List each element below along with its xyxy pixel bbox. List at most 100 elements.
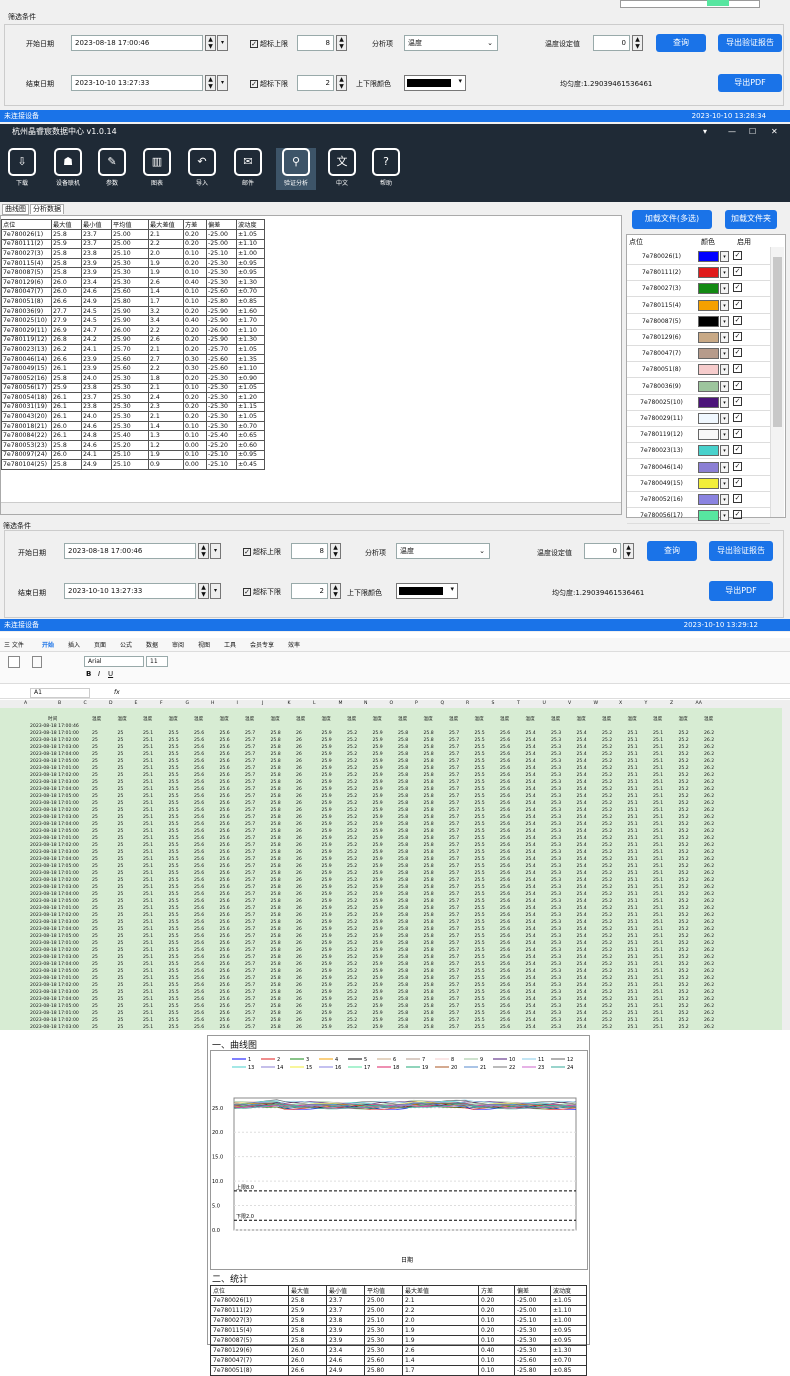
value-cell[interactable]: 25.9: [373, 968, 383, 975]
value-cell[interactable]: 25.2: [679, 856, 689, 863]
time-cell[interactable]: 2023-08-18 17:05:00: [30, 828, 79, 835]
value-cell[interactable]: 25.9: [373, 758, 383, 765]
value-cell[interactable]: 25.6: [500, 975, 510, 982]
value-cell[interactable]: 25: [92, 1017, 98, 1024]
value-cell[interactable]: 25.8: [271, 891, 281, 898]
value-cell[interactable]: 25.9: [373, 1017, 383, 1024]
value-cell[interactable]: 25.4: [577, 730, 587, 737]
value-cell[interactable]: 25.5: [169, 912, 179, 919]
value-cell[interactable]: 26.2: [704, 961, 714, 968]
value-cell[interactable]: 25.7: [449, 1024, 459, 1031]
value-cell[interactable]: 25.5: [169, 814, 179, 821]
value-cell[interactable]: 25.9: [373, 891, 383, 898]
value-cell[interactable]: 25: [92, 933, 98, 940]
value-cell[interactable]: 25.1: [628, 954, 638, 961]
value-cell[interactable]: 25.2: [602, 912, 612, 919]
value-cell[interactable]: 25.2: [679, 870, 689, 877]
value-cell[interactable]: 26.2: [704, 884, 714, 891]
value-cell[interactable]: 25.7: [449, 814, 459, 821]
value-cell[interactable]: 25.8: [398, 940, 408, 947]
column-letter[interactable]: N: [364, 700, 367, 707]
value-cell[interactable]: 26.2: [704, 968, 714, 975]
value-cell[interactable]: 25: [92, 856, 98, 863]
value-cell[interactable]: 25.8: [424, 849, 434, 856]
value-cell[interactable]: 25.6: [500, 744, 510, 751]
value-cell[interactable]: 25: [92, 996, 98, 1003]
value-cell[interactable]: 25.8: [424, 975, 434, 982]
value-cell[interactable]: 25.6: [194, 898, 204, 905]
value-cell[interactable]: 25.8: [424, 933, 434, 940]
value-cell[interactable]: 25.9: [373, 996, 383, 1003]
value-cell[interactable]: 25.4: [526, 807, 536, 814]
value-cell[interactable]: 25.8: [271, 1010, 281, 1017]
value-cell[interactable]: 25.3: [551, 828, 561, 835]
cell-reference[interactable]: A1: [30, 688, 90, 698]
value-cell[interactable]: 25.1: [628, 758, 638, 765]
value-cell[interactable]: 25: [92, 821, 98, 828]
table-row[interactable]: 7e780036(9) 27.7 24.5 25.90 3.2 0.20 -25.90 ±1.…: [1, 305, 265, 317]
chevron-down-icon[interactable]: ▾: [720, 348, 729, 360]
value-cell[interactable]: 25.3: [551, 800, 561, 807]
value-cell[interactable]: 25.3: [551, 968, 561, 975]
value-cell[interactable]: 25.5: [169, 933, 179, 940]
value-cell[interactable]: 25.1: [653, 891, 663, 898]
value-cell[interactable]: 25.4: [577, 891, 587, 898]
close-icon[interactable]: ✕: [771, 124, 778, 140]
chevron-down-icon[interactable]: ▾: [720, 445, 729, 457]
value-cell[interactable]: 25.2: [602, 919, 612, 926]
value-cell[interactable]: 25.1: [143, 772, 153, 779]
value-cell[interactable]: 26: [296, 835, 302, 842]
value-cell[interactable]: 25.6: [194, 1017, 204, 1024]
value-cell[interactable]: 25.2: [679, 737, 689, 744]
value-cell[interactable]: 25.5: [475, 821, 485, 828]
value-cell[interactable]: 25.5: [475, 863, 485, 870]
value-cell[interactable]: 25.7: [449, 758, 459, 765]
value-cell[interactable]: 25.1: [143, 737, 153, 744]
value-cell[interactable]: 25.7: [245, 919, 255, 926]
value-cell[interactable]: 25.9: [322, 982, 332, 989]
time-cell[interactable]: 2023-08-18 17:01:00: [30, 940, 79, 947]
time-cell[interactable]: 2023-08-18 17:03:00: [30, 989, 79, 996]
value-cell[interactable]: 26.2: [704, 807, 714, 814]
value-cell[interactable]: 25.6: [220, 800, 230, 807]
value-cell[interactable]: 25.6: [500, 800, 510, 807]
value-cell[interactable]: 25.4: [526, 758, 536, 765]
value-cell[interactable]: 25.8: [424, 940, 434, 947]
value-cell[interactable]: 25.5: [475, 912, 485, 919]
value-cell[interactable]: 25.3: [551, 905, 561, 912]
value-cell[interactable]: 25.1: [653, 996, 663, 1003]
value-cell[interactable]: 25.1: [628, 884, 638, 891]
value-cell[interactable]: 25.9: [322, 751, 332, 758]
value-cell[interactable]: 25.4: [577, 947, 587, 954]
value-cell[interactable]: 25: [92, 870, 98, 877]
value-cell[interactable]: 25.9: [373, 947, 383, 954]
value-cell[interactable]: 25.8: [398, 779, 408, 786]
top-lower-spinner[interactable]: ▲ ▼: [336, 75, 347, 91]
value-cell[interactable]: 25.2: [602, 828, 612, 835]
table-row[interactable]: 7e780053(23) 25.8 24.6 25.20 1.2 0.00 -25.20 ±0…: [1, 440, 265, 451]
value-cell[interactable]: 26: [296, 898, 302, 905]
value-cell[interactable]: 26.2: [704, 828, 714, 835]
value-cell[interactable]: 25.6: [194, 828, 204, 835]
value-cell[interactable]: 26.2: [704, 779, 714, 786]
column-letter[interactable]: A: [24, 700, 27, 707]
value-cell[interactable]: 25.2: [602, 996, 612, 1003]
value-cell[interactable]: 25.4: [577, 898, 587, 905]
value-cell[interactable]: 25.6: [194, 779, 204, 786]
value-cell[interactable]: 25.1: [628, 744, 638, 751]
value-cell[interactable]: 25.9: [373, 1010, 383, 1017]
value-cell[interactable]: 25.1: [653, 982, 663, 989]
value-cell[interactable]: 25: [92, 961, 98, 968]
value-cell[interactable]: 25.9: [322, 884, 332, 891]
value-cell[interactable]: 25.2: [347, 765, 357, 772]
value-cell[interactable]: 25.3: [551, 793, 561, 800]
value-cell[interactable]: 25.6: [500, 933, 510, 940]
table-row[interactable]: 7e780051(8) 26.6 24.9 25.80 1.7 0.10 -25.80 ±0.…: [1, 296, 265, 307]
value-cell[interactable]: 25.6: [500, 1010, 510, 1017]
value-cell[interactable]: 25: [92, 779, 98, 786]
table-row[interactable]: 7e780097(24) 26.0 24.1 25.10 1.9 0.10 -25.10 ±0…: [1, 449, 265, 461]
value-cell[interactable]: 25.5: [169, 870, 179, 877]
value-cell[interactable]: 25.9: [322, 835, 332, 842]
column-letter[interactable]: X: [619, 700, 622, 707]
value-cell[interactable]: 25.3: [551, 1003, 561, 1010]
